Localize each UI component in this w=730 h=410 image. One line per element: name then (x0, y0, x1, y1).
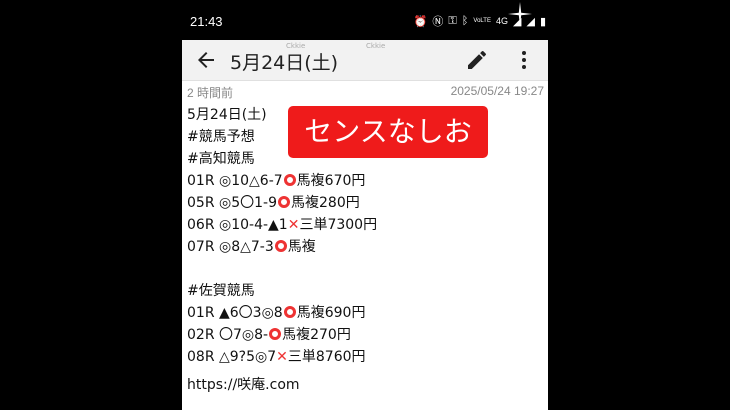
miss-cross-icon: ✕ (276, 349, 288, 365)
race-line: 01R ▲6〇3◎8 馬複690円 (187, 302, 547, 324)
race-line: 05R ◎5〇1-9 馬複280円 (187, 192, 547, 214)
note-screen: 5月24日(土) Ckkie Ckkie 2 時間前 2025/05/24 19… (182, 40, 548, 410)
network-label: 4G (495, 16, 508, 26)
race-result: 馬複270円 (282, 327, 351, 343)
app-bar: 5月24日(土) Ckkie Ckkie (182, 40, 548, 81)
race-result: 馬複 (287, 239, 316, 255)
race-pick: △9?5◎7 (219, 349, 277, 365)
miss-cross-icon: ✕ (287, 217, 300, 233)
status-time: 21:43 (190, 14, 223, 29)
battery-icon: ▮ (539, 15, 546, 28)
sparkle-icon (508, 2, 532, 26)
watermark-text: Ckkie (286, 42, 306, 50)
race-number: 02R (187, 327, 219, 343)
section-heading: #佐賀競馬 (187, 283, 255, 299)
relative-time: 2 時間前 (187, 86, 234, 100)
race-number: 01R (187, 305, 219, 321)
hit-circle-icon (269, 328, 282, 340)
race-number: 07R (187, 239, 219, 255)
pencil-icon[interactable] (465, 48, 489, 72)
race-line: 01R ◎10△6-7 馬複670円 (187, 170, 547, 192)
race-number: 08R (187, 349, 219, 365)
hit-circle-icon (278, 196, 290, 208)
timestamp: 2025/05/24 19:27 (450, 84, 544, 98)
race-pick: ▲6〇3◎8 (219, 305, 283, 321)
alarm-icon: ⏰ (413, 15, 428, 28)
hit-circle-icon (274, 240, 287, 252)
volte-label: VoLTE (473, 18, 491, 24)
hit-circle-icon (283, 306, 296, 318)
race-line: 08R △9?5◎7✕三単8760円 (187, 346, 547, 368)
race-pick: ◎10△6-7 (219, 173, 283, 189)
race-result: 馬複690円 (296, 305, 366, 321)
watermark-text: Ckkie (366, 42, 386, 50)
race-number: 01R (187, 173, 219, 189)
race-result: 三単7300円 (299, 217, 378, 233)
race-number: 06R (187, 217, 219, 233)
nfc-icon: Ⓝ (432, 16, 444, 28)
race-pick: ◎8△7-3 (219, 239, 274, 255)
race-result: 馬複280円 (291, 195, 360, 211)
back-arrow-icon[interactable] (194, 48, 218, 72)
page-title: 5月24日(土) (230, 52, 339, 74)
title-banner: センスなしお (288, 106, 488, 158)
race-pick: 〇7◎8- (219, 327, 269, 343)
race-pick: ◎5〇1-9 (219, 195, 277, 211)
race-number: 05R (187, 195, 219, 211)
key-icon: ⚿ (448, 14, 457, 27)
race-line: 07R ◎8△7-3 馬複 (187, 236, 547, 258)
status-bar: 21:43 ⏰ Ⓝ ⚿ ᛒ VoLTE 4G ◢ ◢ ▮ (182, 8, 548, 36)
more-vert-icon[interactable] (512, 48, 536, 72)
race-result: 馬複670円 (296, 173, 366, 189)
hit-circle-icon (283, 174, 296, 186)
race-result: 三単8760円 (287, 349, 366, 365)
bluetooth-icon: ᛒ (461, 15, 469, 27)
race-pick: ◎10-4-▲1 (219, 217, 288, 233)
site-link[interactable]: https://咲庵.com (187, 374, 547, 396)
race-line: 02R 〇7◎8- 馬複270円 (187, 324, 547, 346)
race-line: 06R ◎10-4-▲1✕三単7300円 (187, 214, 547, 236)
